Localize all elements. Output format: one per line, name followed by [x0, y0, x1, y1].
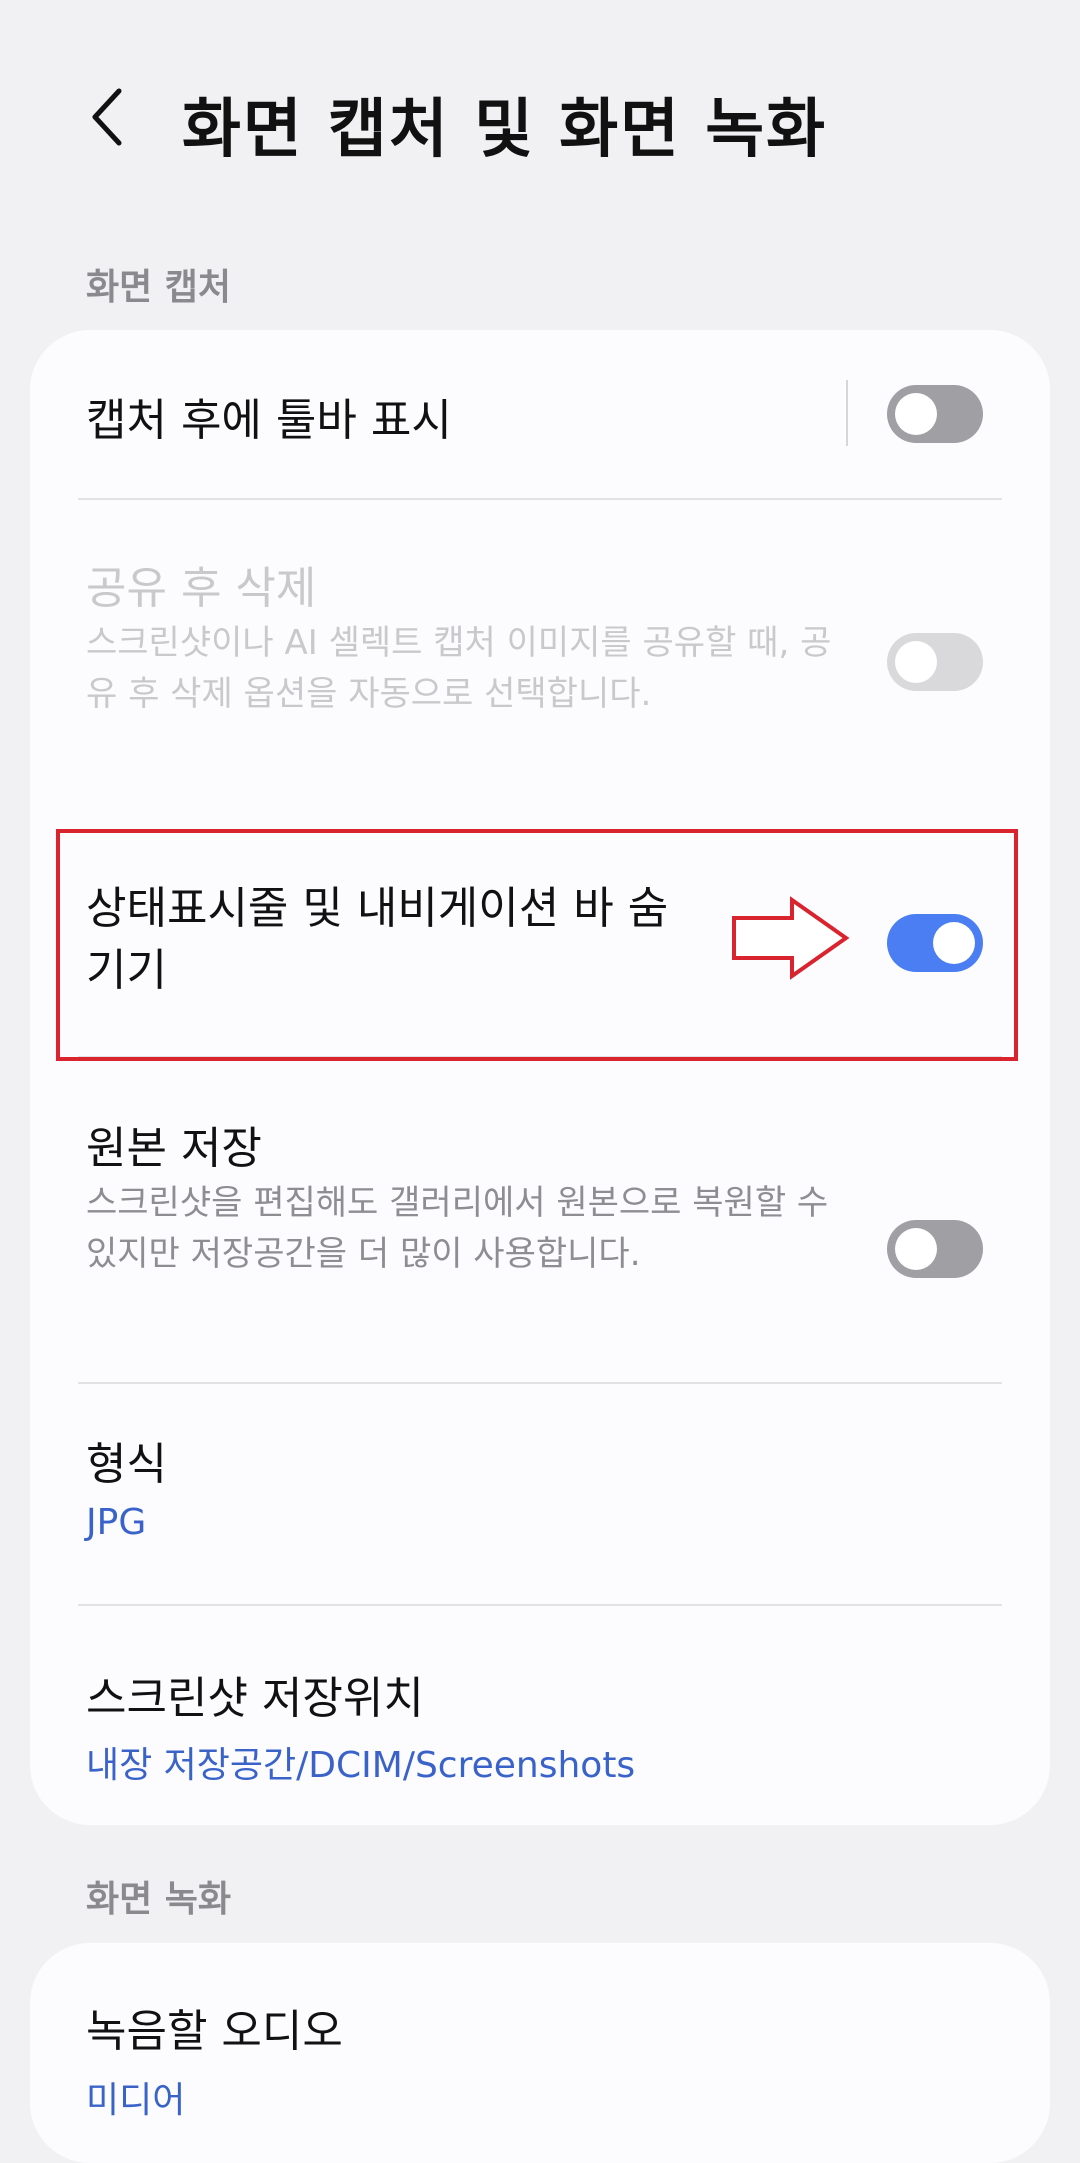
- setting-title: 캡처 후에 툴바 표시: [86, 395, 452, 446]
- right-arrow-outline-icon: [732, 896, 850, 980]
- back-button[interactable]: [72, 82, 142, 152]
- setting-description: 스크린샷을 편집해도 갤러리에서 원본으로 복원할 수 있지만 저장공간을 더 …: [86, 1183, 829, 1274]
- setting-row-hide-bars[interactable]: 상태표시줄 및 내비게이션 바 숨기기: [30, 830, 1050, 1058]
- chevron-left-icon: [92, 88, 122, 146]
- section-header-capture: 화면 캡처: [86, 267, 232, 308]
- setting-row-format[interactable]: 형식 JPG: [30, 1384, 1050, 1604]
- setting-row-toolbar[interactable]: 캡처 후에 툴바 표시: [30, 330, 1050, 500]
- capture-settings-card: 캡처 후에 툴바 표시 공유 후 삭제 스크린샷이나 AI 셀렉트 캡처 이미지…: [30, 330, 1050, 1825]
- vertical-separator: [846, 380, 848, 446]
- setting-value: 미디어: [86, 2080, 186, 2121]
- toggle-knob: [895, 393, 937, 435]
- setting-title: 형식: [86, 1439, 167, 1490]
- toggle-knob: [933, 922, 975, 964]
- toggle-knob: [895, 641, 937, 683]
- setting-description: 스크린샷이나 AI 셀렉트 캡처 이미지를 공유할 때, 공유 후 삭제 옵션을…: [86, 623, 832, 714]
- toggle-knob: [895, 1228, 937, 1270]
- setting-title: 원본 저장: [86, 1123, 262, 1174]
- setting-value: JPG: [86, 1502, 147, 1543]
- setting-title: 공유 후 삭제: [86, 563, 317, 614]
- recording-settings-card: 녹음할 오디오 미디어: [30, 1943, 1050, 2163]
- app-bar: 화면 캡처 및 화면 녹화: [0, 0, 1080, 240]
- setting-title: 스크린샷 저장위치: [86, 1673, 424, 1724]
- delete-after-share-toggle[interactable]: [887, 633, 983, 691]
- setting-row-keep-original[interactable]: 원본 저장 스크린샷을 편집해도 갤러리에서 원본으로 복원할 수 있지만 저장…: [30, 1058, 1050, 1412]
- hide-bars-toggle[interactable]: [887, 914, 983, 972]
- setting-title: 상태표시줄 및 내비게이션 바 숨기기: [86, 883, 669, 996]
- setting-row-delete-after-share[interactable]: 공유 후 삭제 스크린샷이나 AI 셀렉트 캡처 이미지를 공유할 때, 공유 …: [30, 500, 1050, 820]
- setting-title: 녹음할 오디오: [86, 2006, 343, 2057]
- section-header-recording: 화면 녹화: [86, 1879, 232, 1920]
- page-title: 화면 캡처 및 화면 녹화: [182, 93, 828, 167]
- setting-value: 내장 저장공간/DCIM/Screenshots: [86, 1745, 636, 1786]
- toolbar-toggle[interactable]: [887, 385, 983, 443]
- setting-row-audio[interactable]: 녹음할 오디오 미디어: [30, 1943, 1050, 2163]
- setting-row-save-location[interactable]: 스크린샷 저장위치 내장 저장공간/DCIM/Screenshots: [30, 1606, 1050, 1825]
- keep-original-toggle[interactable]: [887, 1220, 983, 1278]
